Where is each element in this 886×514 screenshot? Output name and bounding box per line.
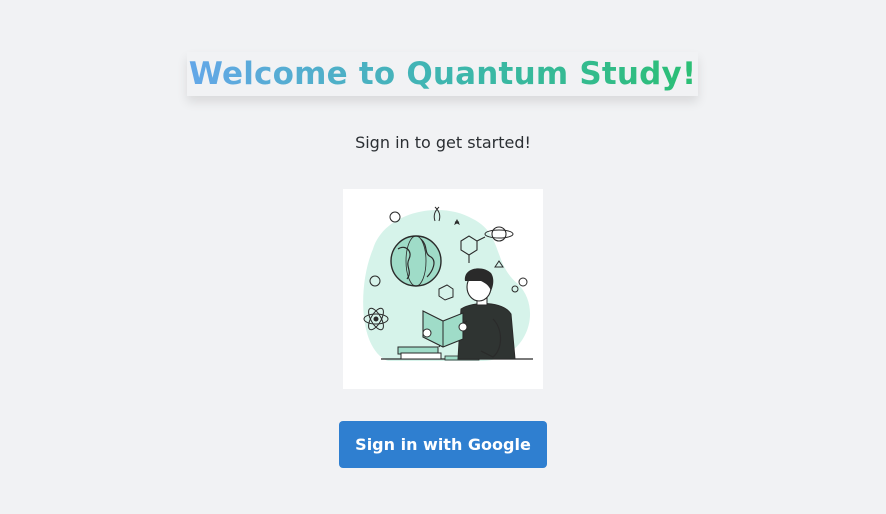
student-reading-illustration xyxy=(343,189,543,389)
sign-in-with-google-button[interactable]: Sign in with Google xyxy=(339,421,547,468)
page-subtitle: Sign in to get started! xyxy=(355,133,531,152)
sign-in-page: Welcome to Quantum Study! Sign in to get… xyxy=(0,0,886,514)
title-banner: Welcome to Quantum Study! xyxy=(187,52,698,96)
student-reading-science-illustration-icon xyxy=(363,206,533,361)
page-title: Welcome to Quantum Study! xyxy=(188,56,697,92)
